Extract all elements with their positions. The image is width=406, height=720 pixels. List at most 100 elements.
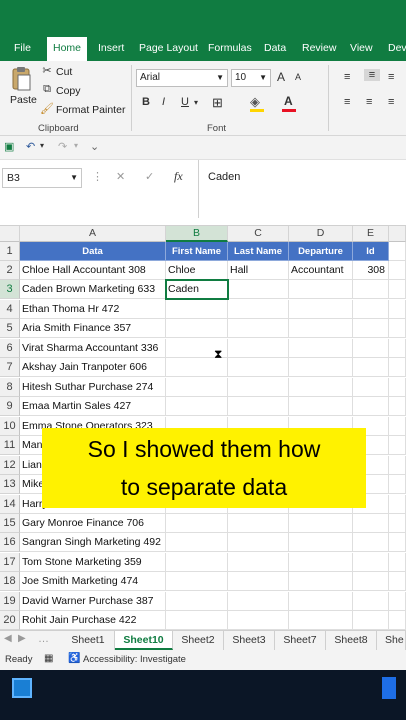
cell[interactable] bbox=[228, 611, 289, 630]
row-header[interactable]: 9 bbox=[0, 397, 20, 416]
cancel-icon[interactable]: ✕ bbox=[116, 170, 125, 183]
header-cell[interactable] bbox=[389, 242, 406, 261]
tab-file[interactable]: File bbox=[14, 37, 31, 61]
borders-icon[interactable]: ⊞ bbox=[212, 95, 223, 111]
cell[interactable] bbox=[389, 436, 406, 455]
cell[interactable] bbox=[228, 358, 289, 377]
cell[interactable] bbox=[166, 592, 228, 611]
taskbar-app-icon[interactable] bbox=[382, 677, 396, 699]
cell[interactable] bbox=[389, 495, 406, 514]
align-top-icon[interactable]: ≡ bbox=[344, 71, 350, 83]
header-cell[interactable]: First Name bbox=[166, 242, 228, 261]
cell[interactable] bbox=[353, 533, 389, 552]
row-header[interactable]: 13 bbox=[0, 475, 20, 494]
select-all-corner[interactable] bbox=[0, 226, 20, 242]
cell[interactable] bbox=[289, 572, 353, 591]
row-header[interactable]: 2 bbox=[0, 261, 20, 280]
row-header[interactable]: 15 bbox=[0, 514, 20, 533]
cell[interactable] bbox=[289, 280, 353, 299]
align-bottom-icon[interactable]: ≡ bbox=[388, 71, 394, 83]
sheet-tab-10[interactable]: Sheet10 bbox=[115, 631, 173, 650]
cell[interactable] bbox=[389, 417, 406, 436]
cell[interactable] bbox=[389, 475, 406, 494]
cell[interactable] bbox=[389, 572, 406, 591]
row-header[interactable]: 3 bbox=[0, 280, 20, 299]
row-header[interactable]: 10 bbox=[0, 417, 20, 436]
cell[interactable] bbox=[228, 319, 289, 338]
cell[interactable] bbox=[289, 592, 353, 611]
undo-icon[interactable]: ↶ bbox=[26, 140, 35, 153]
cell[interactable]: Rohit Jain Purchase 422 bbox=[20, 611, 166, 630]
cell[interactable] bbox=[289, 300, 353, 319]
align-center-icon[interactable]: ≡ bbox=[366, 96, 372, 108]
cell[interactable]: Joe Smith Marketing 474 bbox=[20, 572, 166, 591]
enter-icon[interactable]: ✓ bbox=[145, 170, 154, 183]
cell[interactable]: 308 bbox=[353, 261, 389, 280]
cell[interactable] bbox=[353, 611, 389, 630]
cell[interactable] bbox=[228, 397, 289, 416]
row-header[interactable]: 16 bbox=[0, 533, 20, 552]
underline-button[interactable]: U bbox=[181, 96, 189, 108]
cell[interactable] bbox=[289, 339, 353, 358]
cell[interactable] bbox=[389, 280, 406, 299]
column-header-b[interactable]: B bbox=[166, 226, 228, 242]
cell[interactable] bbox=[389, 456, 406, 475]
redo-icon[interactable]: ↷ bbox=[58, 140, 67, 153]
header-cell[interactable]: Last Name bbox=[228, 242, 289, 261]
save-icon[interactable]: ▣ bbox=[4, 140, 14, 153]
cut-button[interactable]: Cut bbox=[56, 66, 72, 78]
cell[interactable] bbox=[228, 378, 289, 397]
cell[interactable] bbox=[353, 358, 389, 377]
format-painter-button[interactable]: Format Painter bbox=[56, 104, 125, 116]
scroll-right-icon[interactable]: ▶ bbox=[18, 633, 26, 644]
sheet-tab-7[interactable]: Sheet7 bbox=[275, 631, 326, 650]
cell[interactable] bbox=[289, 397, 353, 416]
cell[interactable] bbox=[289, 553, 353, 572]
italic-button[interactable]: I bbox=[162, 96, 165, 108]
cell[interactable]: Aria Smith Finance 357 bbox=[20, 319, 166, 338]
cell[interactable]: Accountant bbox=[289, 261, 353, 280]
cell[interactable] bbox=[389, 397, 406, 416]
cell[interactable] bbox=[389, 300, 406, 319]
cell[interactable] bbox=[353, 592, 389, 611]
cell[interactable] bbox=[228, 280, 289, 299]
cell[interactable] bbox=[389, 378, 406, 397]
accessibility-icon[interactable]: ♿ bbox=[68, 653, 80, 664]
sheet-tab-partial[interactable]: She bbox=[377, 631, 406, 650]
cut-icon[interactable]: ✂ bbox=[40, 64, 54, 77]
row-header[interactable]: 1 bbox=[0, 242, 20, 261]
cell[interactable] bbox=[228, 300, 289, 319]
row-header[interactable]: 12 bbox=[0, 456, 20, 475]
tab-developer[interactable]: Dev bbox=[388, 37, 406, 61]
column-header-a[interactable]: A bbox=[20, 226, 166, 242]
column-header-d[interactable]: D bbox=[289, 226, 353, 242]
cell[interactable] bbox=[166, 533, 228, 552]
cell[interactable]: Chloe Hall Accountant 308 bbox=[20, 261, 166, 280]
column-header-c[interactable]: C bbox=[228, 226, 289, 242]
align-right-icon[interactable]: ≡ bbox=[388, 96, 394, 108]
chevron-down-icon[interactable]: ▾ bbox=[74, 141, 78, 150]
cell[interactable] bbox=[353, 280, 389, 299]
header-cell[interactable]: Data bbox=[20, 242, 166, 261]
row-header[interactable]: 20 bbox=[0, 611, 20, 630]
row-header[interactable]: 17 bbox=[0, 553, 20, 572]
cell[interactable] bbox=[166, 553, 228, 572]
cell[interactable] bbox=[353, 378, 389, 397]
row-header[interactable]: 18 bbox=[0, 572, 20, 591]
cell[interactable] bbox=[353, 572, 389, 591]
cell[interactable] bbox=[166, 397, 228, 416]
cell[interactable] bbox=[353, 514, 389, 533]
cell[interactable] bbox=[353, 553, 389, 572]
sheet-tab-8[interactable]: Sheet8 bbox=[326, 631, 377, 650]
cell[interactable] bbox=[166, 611, 228, 630]
cell[interactable] bbox=[353, 300, 389, 319]
cell[interactable] bbox=[389, 533, 406, 552]
cell[interactable]: Hitesh Suthar Purchase 274 bbox=[20, 378, 166, 397]
tab-review[interactable]: Review bbox=[302, 37, 336, 61]
active-cell[interactable]: Caden bbox=[165, 279, 229, 300]
cell[interactable] bbox=[289, 319, 353, 338]
more-icon[interactable]: … bbox=[38, 633, 49, 645]
row-header[interactable]: 11 bbox=[0, 436, 20, 455]
cell[interactable] bbox=[289, 533, 353, 552]
cell[interactable]: Chloe bbox=[166, 261, 228, 280]
